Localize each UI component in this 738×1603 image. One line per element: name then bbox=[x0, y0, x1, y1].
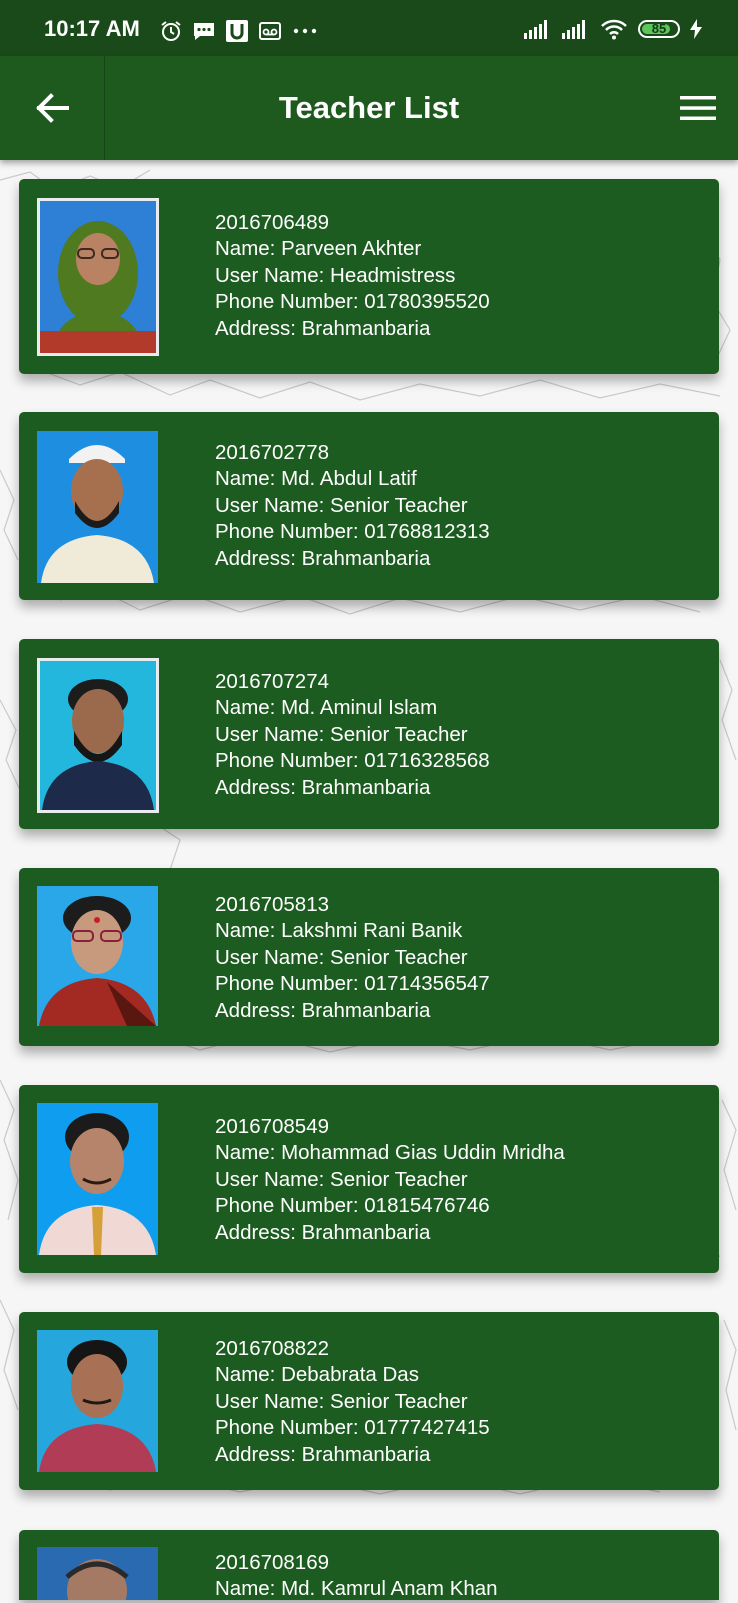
teacher-name: Name: Mohammad Gias Uddin Mridha bbox=[215, 1141, 565, 1165]
teacher-address: Address: Brahmanbaria bbox=[215, 546, 431, 570]
teacher-photo bbox=[37, 1330, 158, 1472]
alarm-icon bbox=[161, 21, 181, 41]
teacher-phone: Phone Number: 01768812313 bbox=[215, 520, 490, 544]
voicemail-icon bbox=[259, 22, 281, 40]
teacher-user-name: User Name: Senior Teacher bbox=[215, 1389, 468, 1413]
teacher-user-name: User Name: Senior Teacher bbox=[215, 722, 468, 746]
teacher-id: 2016702778 bbox=[215, 441, 330, 464]
teacher-id: 2016708549 bbox=[215, 1115, 330, 1138]
back-button[interactable] bbox=[0, 56, 105, 160]
teacher-info: 2016705813 Name: Lakshmi Rani Banik User… bbox=[215, 892, 490, 1024]
wifi-icon bbox=[601, 19, 627, 40]
teacher-id: 2016705813 bbox=[215, 893, 330, 916]
teacher-address: Address: Brahmanbaria bbox=[215, 1442, 431, 1466]
teacher-info: 2016706489 Name: Parveen Akhter User Nam… bbox=[215, 210, 490, 342]
signal-icon bbox=[524, 20, 547, 39]
teacher-phone: Phone Number: 01714356547 bbox=[215, 972, 490, 996]
teacher-info: 2016707274 Name: Md. Aminul Islam User N… bbox=[215, 669, 490, 801]
menu-button[interactable] bbox=[676, 86, 720, 130]
status-right-icons: 85 bbox=[524, 18, 702, 40]
hamburger-menu-icon bbox=[680, 96, 716, 120]
teacher-card[interactable]: 2016708549 Name: Mohammad Gias Uddin Mri… bbox=[19, 1085, 719, 1273]
teacher-user-name: User Name: Senior Teacher bbox=[215, 1167, 468, 1191]
app-bar: Teacher List bbox=[0, 56, 738, 160]
status-bar: 10:17 AM 85 bbox=[0, 0, 738, 56]
teacher-phone: Phone Number: 01815476746 bbox=[215, 1194, 490, 1218]
teacher-address: Address: Brahmanbaria bbox=[215, 316, 431, 340]
teacher-info: 2016708169 Name: Md. Kamrul Anam Khan bbox=[215, 1550, 498, 1603]
teacher-photo bbox=[37, 1103, 158, 1255]
teacher-card[interactable]: 2016707274 Name: Md. Aminul Islam User N… bbox=[19, 639, 719, 829]
teacher-address: Address: Brahmanbaria bbox=[215, 1220, 431, 1244]
battery-level: 85 bbox=[651, 21, 667, 36]
teacher-phone: Phone Number: 01716328568 bbox=[215, 749, 490, 773]
teacher-card[interactable]: 2016705813 Name: Lakshmi Rani Banik User… bbox=[19, 868, 719, 1046]
teacher-id: 2016706489 bbox=[215, 211, 330, 234]
teacher-name: Name: Md. Kamrul Anam Khan bbox=[215, 1577, 498, 1601]
teacher-name: Name: Md. Aminul Islam bbox=[215, 696, 438, 720]
teacher-user-name: User Name: Headmistress bbox=[215, 263, 456, 287]
teacher-card[interactable]: 2016706489 Name: Parveen Akhter User Nam… bbox=[19, 179, 719, 374]
teacher-address: Address: Brahmanbaria bbox=[215, 775, 431, 799]
arrow-left-icon bbox=[36, 93, 69, 123]
teacher-id: 2016707274 bbox=[215, 670, 330, 693]
teacher-user-name: User Name: Senior Teacher bbox=[215, 945, 468, 969]
teacher-info: 2016708822 Name: Debabrata Das User Name… bbox=[215, 1336, 490, 1468]
battery-icon: 85 bbox=[638, 20, 680, 38]
teacher-name: Name: Parveen Akhter bbox=[215, 237, 422, 261]
teacher-name: Name: Debabrata Das bbox=[215, 1363, 419, 1387]
portrait-image bbox=[37, 1103, 158, 1255]
teacher-info: 2016708549 Name: Mohammad Gias Uddin Mri… bbox=[215, 1114, 565, 1246]
portrait-image bbox=[37, 1547, 158, 1600]
signal-icon bbox=[562, 20, 585, 39]
teacher-photo bbox=[37, 198, 159, 356]
page-title: Teacher List bbox=[278, 90, 460, 125]
more-icon bbox=[293, 28, 317, 34]
portrait-image bbox=[37, 431, 158, 583]
teacher-photo bbox=[37, 658, 159, 813]
teacher-name: Name: Lakshmi Rani Banik bbox=[215, 919, 463, 943]
teacher-card[interactable]: 2016708169 Name: Md. Kamrul Anam Khan bbox=[19, 1530, 719, 1600]
status-left-icons bbox=[160, 20, 318, 42]
teacher-phone: Phone Number: 01780395520 bbox=[215, 290, 490, 314]
u-app-icon bbox=[226, 20, 248, 42]
teacher-id: 2016708169 bbox=[215, 1551, 330, 1574]
teacher-card[interactable]: 2016708822 Name: Debabrata Das User Name… bbox=[19, 1312, 719, 1490]
teacher-id: 2016708822 bbox=[215, 1337, 330, 1360]
message-icon bbox=[194, 23, 214, 40]
teacher-card[interactable]: 2016702778 Name: Md. Abdul Latif User Na… bbox=[19, 412, 719, 600]
teacher-photo bbox=[37, 431, 158, 583]
portrait-image bbox=[37, 1330, 158, 1472]
status-time: 10:17 AM bbox=[44, 16, 140, 41]
portrait-image bbox=[37, 886, 158, 1026]
teacher-user-name: User Name: Senior Teacher bbox=[215, 493, 468, 517]
portrait-image bbox=[40, 661, 156, 810]
teacher-photo bbox=[37, 1547, 158, 1600]
teacher-list: 2016706489 Name: Parveen Akhter User Nam… bbox=[0, 0, 738, 1600]
teacher-name: Name: Md. Abdul Latif bbox=[215, 467, 417, 491]
portrait-image bbox=[40, 201, 156, 353]
teacher-address: Address: Brahmanbaria bbox=[215, 998, 431, 1022]
teacher-info: 2016702778 Name: Md. Abdul Latif User Na… bbox=[215, 440, 490, 572]
teacher-phone: Phone Number: 01777427415 bbox=[215, 1416, 490, 1440]
teacher-photo bbox=[37, 886, 158, 1026]
charging-icon bbox=[690, 19, 702, 39]
